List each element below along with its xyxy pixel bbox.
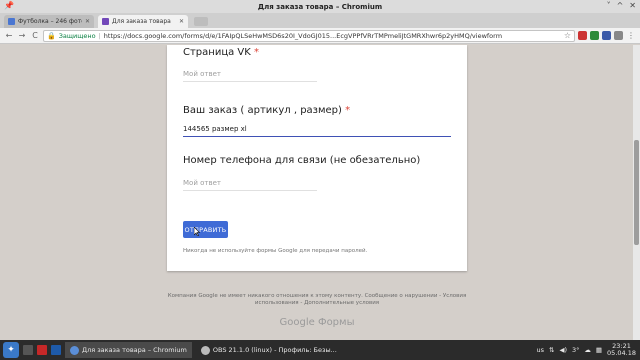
start-menu-icon[interactable]: ✦	[3, 342, 19, 358]
obs-icon	[200, 345, 210, 355]
system-tray: us ⇅ ◀) 3° ☁ ▦ 23:21 05.04.18	[536, 343, 640, 357]
page-content: Страница VK * Мой ответ Ваш заказ ( арти…	[0, 45, 640, 340]
window-controls: ˅ ^ ✕	[607, 1, 636, 10]
required-mark: *	[254, 47, 260, 58]
google-forms-logo: Google Формы	[279, 317, 355, 328]
tab-close-icon[interactable]: ✕	[85, 18, 90, 25]
vk-favicon-icon	[8, 18, 15, 25]
extension-icon[interactable]	[614, 31, 623, 40]
extension-icon[interactable]	[578, 31, 587, 40]
extension-icon[interactable]	[590, 31, 599, 40]
order-input[interactable]: 144565 размер xl	[183, 125, 451, 137]
network-icon[interactable]: ⇅	[549, 346, 554, 354]
question-vk-label: Страница VK *	[183, 47, 260, 58]
app-launcher-icon[interactable]	[37, 345, 47, 355]
pin-icon[interactable]: 📌	[4, 1, 14, 10]
tab-label: Футболка – 246 фото	[18, 18, 82, 25]
window-titlebar: 📌 Для заказа товара – Chromium ˅ ^ ✕	[0, 0, 640, 13]
scrollbar-thumb[interactable]	[634, 140, 639, 245]
taskbar-item-chromium[interactable]: Для заказа товара – Chromium	[65, 342, 192, 358]
tab-futbolka[interactable]: Футболка – 246 фото ✕	[4, 15, 94, 28]
new-tab-button[interactable]	[194, 17, 208, 26]
secure-label: Защищено	[58, 31, 96, 40]
forms-favicon-icon	[102, 18, 109, 25]
keyboard-layout[interactable]: us	[536, 346, 544, 354]
menu-icon[interactable]: ⋮	[626, 31, 636, 40]
page-scrollbar[interactable]	[633, 45, 640, 340]
browser-toolbar: ← → C 🔒 Защищено | https://docs.google.c…	[0, 28, 640, 44]
lock-icon: 🔒	[47, 31, 56, 40]
taskbar-item-obs[interactable]: OBS 21.1.0 (linux) - Профиль: Безы...	[196, 342, 342, 358]
maximize-icon[interactable]: ^	[617, 1, 624, 10]
chromium-icon	[70, 345, 79, 355]
address-bar[interactable]: 🔒 Защищено | https://docs.google.com/for…	[43, 29, 575, 42]
calendar-icon[interactable]: ▦	[596, 346, 602, 354]
password-warning: Никогда не используйте формы Google для …	[183, 248, 368, 254]
question-phone-label: Номер телефона для связи (не обезательно…	[183, 155, 421, 166]
weather-icon: ☁	[584, 346, 591, 354]
desktop-icon[interactable]	[23, 345, 33, 355]
temperature: 3°	[572, 346, 580, 354]
close-icon[interactable]: ✕	[629, 1, 636, 10]
os-taskbar: ✦ Для заказа товара – Chromium OBS 21.1.…	[0, 340, 640, 360]
reload-icon[interactable]: C	[30, 31, 40, 40]
divider: |	[98, 31, 101, 40]
phone-input[interactable]: Мой ответ	[183, 179, 317, 191]
clock-date: 05.04.18	[607, 349, 636, 357]
taskbar-item-label: Для заказа товара – Chromium	[82, 346, 187, 354]
required-mark: *	[345, 105, 351, 116]
taskbar-item-label: OBS 21.1.0 (linux) - Профиль: Безы...	[212, 346, 337, 354]
extension-icon[interactable]	[602, 31, 611, 40]
submit-button[interactable]: ОТПРАВИТЬ	[183, 221, 228, 238]
vk-page-input[interactable]: Мой ответ	[183, 70, 317, 82]
volume-icon[interactable]: ◀)	[559, 346, 567, 354]
url-text: https://docs.google.com/forms/d/e/1FAIpQ…	[103, 31, 503, 40]
forward-icon[interactable]: →	[17, 31, 27, 40]
app-launcher-icon[interactable]	[51, 345, 61, 355]
tab-label: Для заказа товара	[112, 18, 171, 25]
back-icon[interactable]: ←	[4, 31, 14, 40]
tab-close-icon[interactable]: ✕	[179, 18, 184, 25]
window-title: Для заказа товара – Chromium	[257, 2, 383, 11]
footer-disclaimer: Компания Google не имеет никакого отноше…	[167, 293, 467, 306]
mouse-cursor-icon	[194, 227, 200, 236]
tab-order-form[interactable]: Для заказа товара ✕	[98, 15, 188, 28]
tab-strip: Футболка – 246 фото ✕ Для заказа товара …	[0, 13, 640, 28]
clock[interactable]: 23:21 05.04.18	[607, 343, 636, 357]
question-order-label: Ваш заказ ( артикул , размер) *	[183, 105, 351, 116]
form-card: Страница VK * Мой ответ Ваш заказ ( арти…	[167, 45, 467, 271]
bookmark-star-icon[interactable]: ☆	[564, 31, 571, 40]
minimize-icon[interactable]: ˅	[607, 1, 611, 10]
